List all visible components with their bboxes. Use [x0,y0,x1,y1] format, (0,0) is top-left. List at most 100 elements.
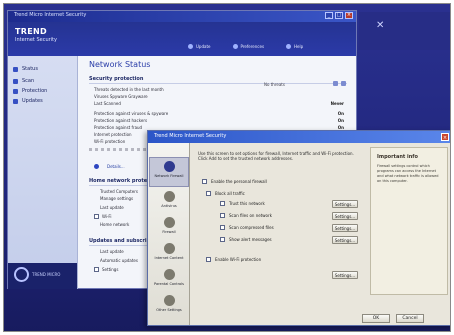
globe-icon [163,161,175,172]
page-title: Network Status [89,60,151,69]
sidebar: Status Scan Protection Updates TREND MIC… [8,56,78,289]
network-row: Wi-Fi [102,214,112,219]
nav-update-label: Update [196,44,211,49]
row-label: Wi-Fi protection [94,139,126,144]
dialog-description: Use this screen to set options for firew… [198,151,354,161]
screenshot-frame: ✕ Trend Micro Internet Security _ □ × TR… [3,3,451,332]
wifi-checkbox[interactable] [94,214,99,219]
divider [89,83,347,84]
updates-checkbox[interactable] [94,267,99,272]
internet-icon [163,243,175,254]
category-label: Parental Controls [154,282,184,286]
check-label: Block all traffic [215,191,245,196]
check-label: Show alert messages [229,237,272,242]
checkbox[interactable] [206,257,211,262]
settings-button[interactable]: Settings... [332,224,358,232]
category-internet-content[interactable]: Internet Content [148,243,190,260]
checkbox[interactable] [220,213,225,218]
status-icon [13,66,18,72]
ok-button[interactable]: OK [362,314,390,323]
network-row: Trusted Computers [100,189,138,194]
dialog-close-button[interactable]: × [441,133,449,141]
nav-help-label: Help [294,44,304,49]
cancel-button[interactable]: Cancel [396,314,424,323]
sidebar-item-label: Status [22,66,38,72]
details-link[interactable]: Details... [107,164,125,169]
nav-preferences[interactable]: Preferences [232,44,265,49]
check-row[interactable]: Scan compressed files [220,225,274,230]
dialog-footer: OK Cancel [192,307,450,325]
row-label: Threats detected in the last month [94,87,164,92]
check-row[interactable]: Show alert messages [220,237,272,242]
settings-button[interactable]: Settings... [332,212,358,220]
check-row[interactable]: Block all traffic [206,191,245,196]
category-antivirus[interactable]: Antivirus [148,191,190,208]
close-button[interactable]: × [345,12,353,19]
check-label: Scan files on network [229,213,272,218]
check-label: Enable Wi-Fi protection [215,257,262,262]
check-row[interactable]: Trust this network [220,201,265,206]
category-network-firewall[interactable]: Network Firewall [148,161,190,178]
check-row[interactable]: Enable Wi-Fi protection [206,257,261,262]
settings-button[interactable]: Settings... [332,200,358,208]
category-parental-controls[interactable]: Parental Controls [148,269,190,286]
background-window-edge [359,12,450,50]
brand-name: TREND [15,27,47,36]
category-firewall[interactable]: Firewall [148,217,190,234]
sidebar-item-updates[interactable]: Updates [13,98,43,104]
check-row[interactable]: Scan files on network [220,213,272,218]
sidebar-item-status[interactable]: Status [13,66,38,72]
settings-button[interactable]: Settings... [332,271,358,279]
network-row: Home network [100,222,130,227]
checkbox[interactable] [220,237,225,242]
category-label: Antivirus [161,204,177,208]
checkbox[interactable] [220,225,225,230]
checkbox[interactable] [220,201,225,206]
lock-icon [333,81,338,86]
window-title: Trend Micro Internet Security [14,12,87,18]
row-label: Internet protection [94,132,132,137]
sidebar-item-scan[interactable]: Scan [13,78,34,84]
update-row[interactable]: Settings [102,267,118,272]
row-value: Never [330,101,344,106]
update-icon [188,44,193,49]
network-row[interactable]: Manage settings [100,196,133,201]
row-label: Last Scanned [94,101,121,106]
row-value: On [337,111,344,116]
brand-subtitle: Internet Security [15,37,57,43]
shield-icon [13,88,18,94]
row-label: Protection against fraud [94,125,143,130]
window-controls: _ □ × [325,12,353,19]
section-security-title: Security protection [89,76,144,82]
check-label: Scan compressed files [229,225,274,230]
minimize-button[interactable]: _ [325,12,333,19]
row-value: On [337,118,344,123]
network-row: Last update [100,205,124,210]
maximize-button[interactable]: □ [335,12,343,19]
sidebar-item-protection[interactable]: Protection [13,88,47,94]
sidebar-footer: TREND MICRO [8,263,77,289]
sidebar-footer-text: TREND MICRO [32,272,61,277]
help-icon [286,44,292,49]
update-row: Last update [100,249,124,254]
checkbox[interactable] [206,191,211,196]
row-label: Viruses Spyware Grayware [94,94,148,99]
check-row[interactable]: Enable the personal firewall [202,179,267,184]
category-label: Other Settings [156,308,182,312]
update-icon [13,98,18,104]
nav-help[interactable]: Help [286,44,303,49]
nav-update[interactable]: Update [188,44,211,49]
background-close-icon[interactable]: ✕ [376,20,384,31]
checkbox[interactable] [202,179,207,184]
category-other-settings[interactable]: Other Settings [148,295,190,312]
category-label: Internet Content [154,256,184,260]
settings-icon[interactable] [341,81,346,86]
brand-logo-icon [14,267,29,282]
sidebar-item-label: Scan [22,78,35,84]
nav-preferences-label: Preferences [240,44,265,49]
help-title: Important info [377,154,418,160]
preferences-icon [232,44,238,49]
settings-button[interactable]: Settings... [332,236,358,244]
firewall-icon [163,217,175,228]
category-label: Firewall [162,230,176,234]
